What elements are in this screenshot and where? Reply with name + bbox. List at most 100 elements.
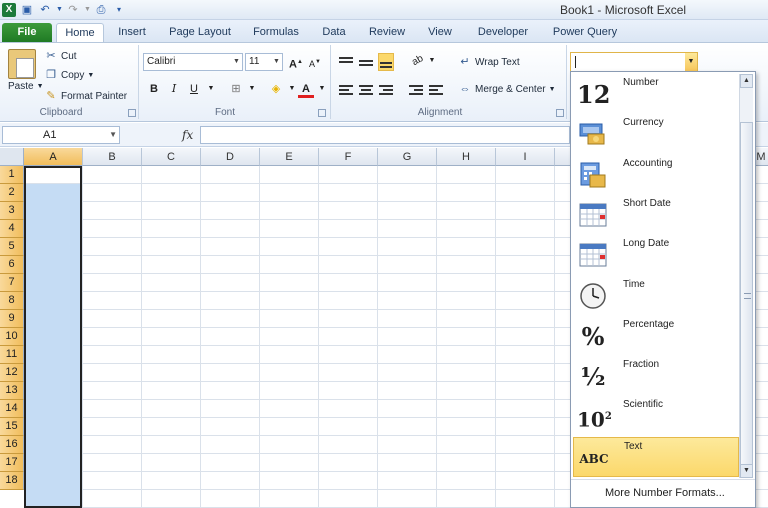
row-header-7[interactable]: 7 [0, 274, 24, 292]
tab-home[interactable]: Home [56, 23, 104, 42]
row-header-13[interactable]: 13 [0, 382, 24, 400]
number-format-option-scientific[interactable]: 102 Scientific [573, 396, 739, 436]
tab-insert[interactable]: Insert [108, 23, 156, 42]
row-header-12[interactable]: 12 [0, 364, 24, 382]
increase-font-icon[interactable]: A▲ [288, 54, 304, 71]
bold-icon[interactable]: B [146, 81, 162, 97]
name-box[interactable]: A1 ▼ [2, 126, 120, 144]
format-painter-button[interactable]: ✎ Format Painter [44, 89, 127, 103]
row-header-8[interactable]: 8 [0, 292, 24, 310]
save-icon[interactable]: ▣ [20, 3, 34, 17]
wrap-text-button[interactable]: ↵ Wrap Text [458, 55, 519, 69]
merge-center-button[interactable]: ⇔ Merge & Center ▼ [458, 82, 556, 96]
tab-page-layout[interactable]: Page Layout [164, 23, 236, 42]
italic-icon[interactable]: I [166, 81, 182, 97]
tab-power-query[interactable]: Power Query [546, 23, 624, 42]
number-format-option-number[interactable]: 12 Number [573, 74, 739, 114]
number-format-option-text[interactable]: ABC Text [573, 436, 739, 477]
align-center-icon[interactable] [358, 83, 374, 97]
number-format-option-time[interactable]: Time [573, 276, 739, 316]
redo-dropdown-icon[interactable]: ▼ [84, 3, 91, 17]
decrease-font-icon[interactable]: A▼ [307, 54, 323, 70]
align-left-icon[interactable] [338, 83, 354, 97]
excel-logo-icon[interactable]: X [2, 3, 16, 17]
column-header-c[interactable]: C [142, 148, 201, 166]
row-header-11[interactable]: 11 [0, 346, 24, 364]
font-size-combo[interactable]: 11 ▼ [245, 53, 283, 71]
number-format-option-currency[interactable]: Currency [573, 114, 739, 154]
column-header-i[interactable]: I [496, 148, 555, 166]
row-header-1[interactable]: 1 [0, 166, 24, 184]
underline-icon[interactable]: U [186, 81, 202, 97]
number-format-option-long-date[interactable]: Long Date [573, 235, 739, 275]
row-header-10[interactable]: 10 [0, 328, 24, 346]
row-header-2[interactable]: 2 [0, 184, 24, 202]
number-format-option-fraction[interactable]: ½ Fraction [573, 356, 739, 396]
column-header-f[interactable]: F [319, 148, 378, 166]
borders-dropdown-icon[interactable]: ▼ [244, 81, 260, 97]
middle-align-icon[interactable] [358, 55, 374, 69]
increase-indent-icon[interactable] [428, 83, 444, 97]
bottom-align-icon[interactable] [378, 53, 394, 71]
paste-icon[interactable] [8, 49, 36, 79]
undo-dropdown-icon[interactable]: ▼ [56, 3, 63, 17]
chevron-down-icon[interactable]: ▼ [109, 127, 117, 143]
column-header-h[interactable]: H [437, 148, 496, 166]
scroll-up-icon[interactable]: ▲ [740, 74, 753, 88]
tab-file[interactable]: File [2, 23, 52, 42]
font-color-dropdown-icon[interactable]: ▼ [314, 81, 330, 97]
paste-button[interactable]: Paste ▼ [8, 81, 44, 92]
insert-function-icon[interactable]: fx [182, 128, 193, 142]
row-header-17[interactable]: 17 [0, 454, 24, 472]
row-header-15[interactable]: 15 [0, 418, 24, 436]
row-header-14[interactable]: 14 [0, 400, 24, 418]
more-number-formats-item[interactable]: More Number Formats... [571, 479, 755, 507]
formula-input[interactable] [200, 126, 570, 144]
column-header-a[interactable]: A [24, 148, 83, 166]
customize-qat-icon[interactable]: ▾ [112, 3, 126, 17]
number-format-option-accounting[interactable]: Accounting [573, 155, 739, 195]
row-header-9[interactable]: 9 [0, 310, 24, 328]
column-header-g[interactable]: G [378, 148, 437, 166]
scroll-thumb[interactable] [740, 122, 753, 470]
cut-button[interactable]: ✂ Cut [44, 49, 76, 63]
orientation-dropdown-icon[interactable]: ▼ [424, 53, 440, 69]
clipboard-launcher-icon[interactable] [128, 109, 136, 117]
font-name-combo[interactable]: Calibri ▼ [143, 53, 243, 71]
font-color-icon[interactable]: A [298, 81, 314, 98]
select-all-button[interactable] [0, 148, 24, 166]
copy-button[interactable]: ❐ Copy ▼ [44, 68, 94, 82]
row-header-4[interactable]: 4 [0, 220, 24, 238]
decrease-indent-icon[interactable] [408, 83, 424, 97]
tab-review[interactable]: Review [362, 23, 412, 42]
tab-formulas[interactable]: Formulas [246, 23, 306, 42]
row-header-6[interactable]: 6 [0, 256, 24, 274]
underline-dropdown-icon[interactable]: ▼ [203, 81, 219, 97]
row-header-18[interactable]: 18 [0, 472, 24, 490]
number-format-option-percentage[interactable]: % Percentage [573, 316, 739, 356]
tab-view[interactable]: View [420, 23, 460, 42]
scroll-down-icon[interactable]: ▼ [740, 464, 753, 478]
alignment-launcher-icon[interactable] [556, 109, 564, 117]
number-format-combo[interactable]: ▼ [570, 52, 698, 72]
align-right-icon[interactable] [378, 83, 394, 97]
number-format-option-short-date[interactable]: Short Date [573, 195, 739, 235]
column-header-b[interactable]: B [83, 148, 142, 166]
column-header-e[interactable]: E [260, 148, 319, 166]
top-align-icon[interactable] [338, 55, 354, 69]
borders-icon[interactable]: ⊞ [228, 81, 244, 97]
tab-data[interactable]: Data [314, 23, 354, 42]
fill-color-icon[interactable]: ◈ [268, 81, 284, 97]
dropdown-scrollbar[interactable]: ▲ ▼ [739, 74, 753, 478]
chevron-down-icon[interactable]: ▼ [685, 53, 697, 71]
row-header-3[interactable]: 3 [0, 202, 24, 220]
undo-icon[interactable]: ↶ [38, 3, 52, 17]
print-preview-icon[interactable]: ⎙ [94, 3, 108, 17]
column-header-d[interactable]: D [201, 148, 260, 166]
font-launcher-icon[interactable] [318, 109, 326, 117]
row-header-16[interactable]: 16 [0, 436, 24, 454]
row-header-5[interactable]: 5 [0, 238, 24, 256]
calendar-icon [577, 201, 609, 231]
redo-icon[interactable]: ↷ [66, 3, 80, 17]
tab-developer[interactable]: Developer [468, 23, 538, 42]
